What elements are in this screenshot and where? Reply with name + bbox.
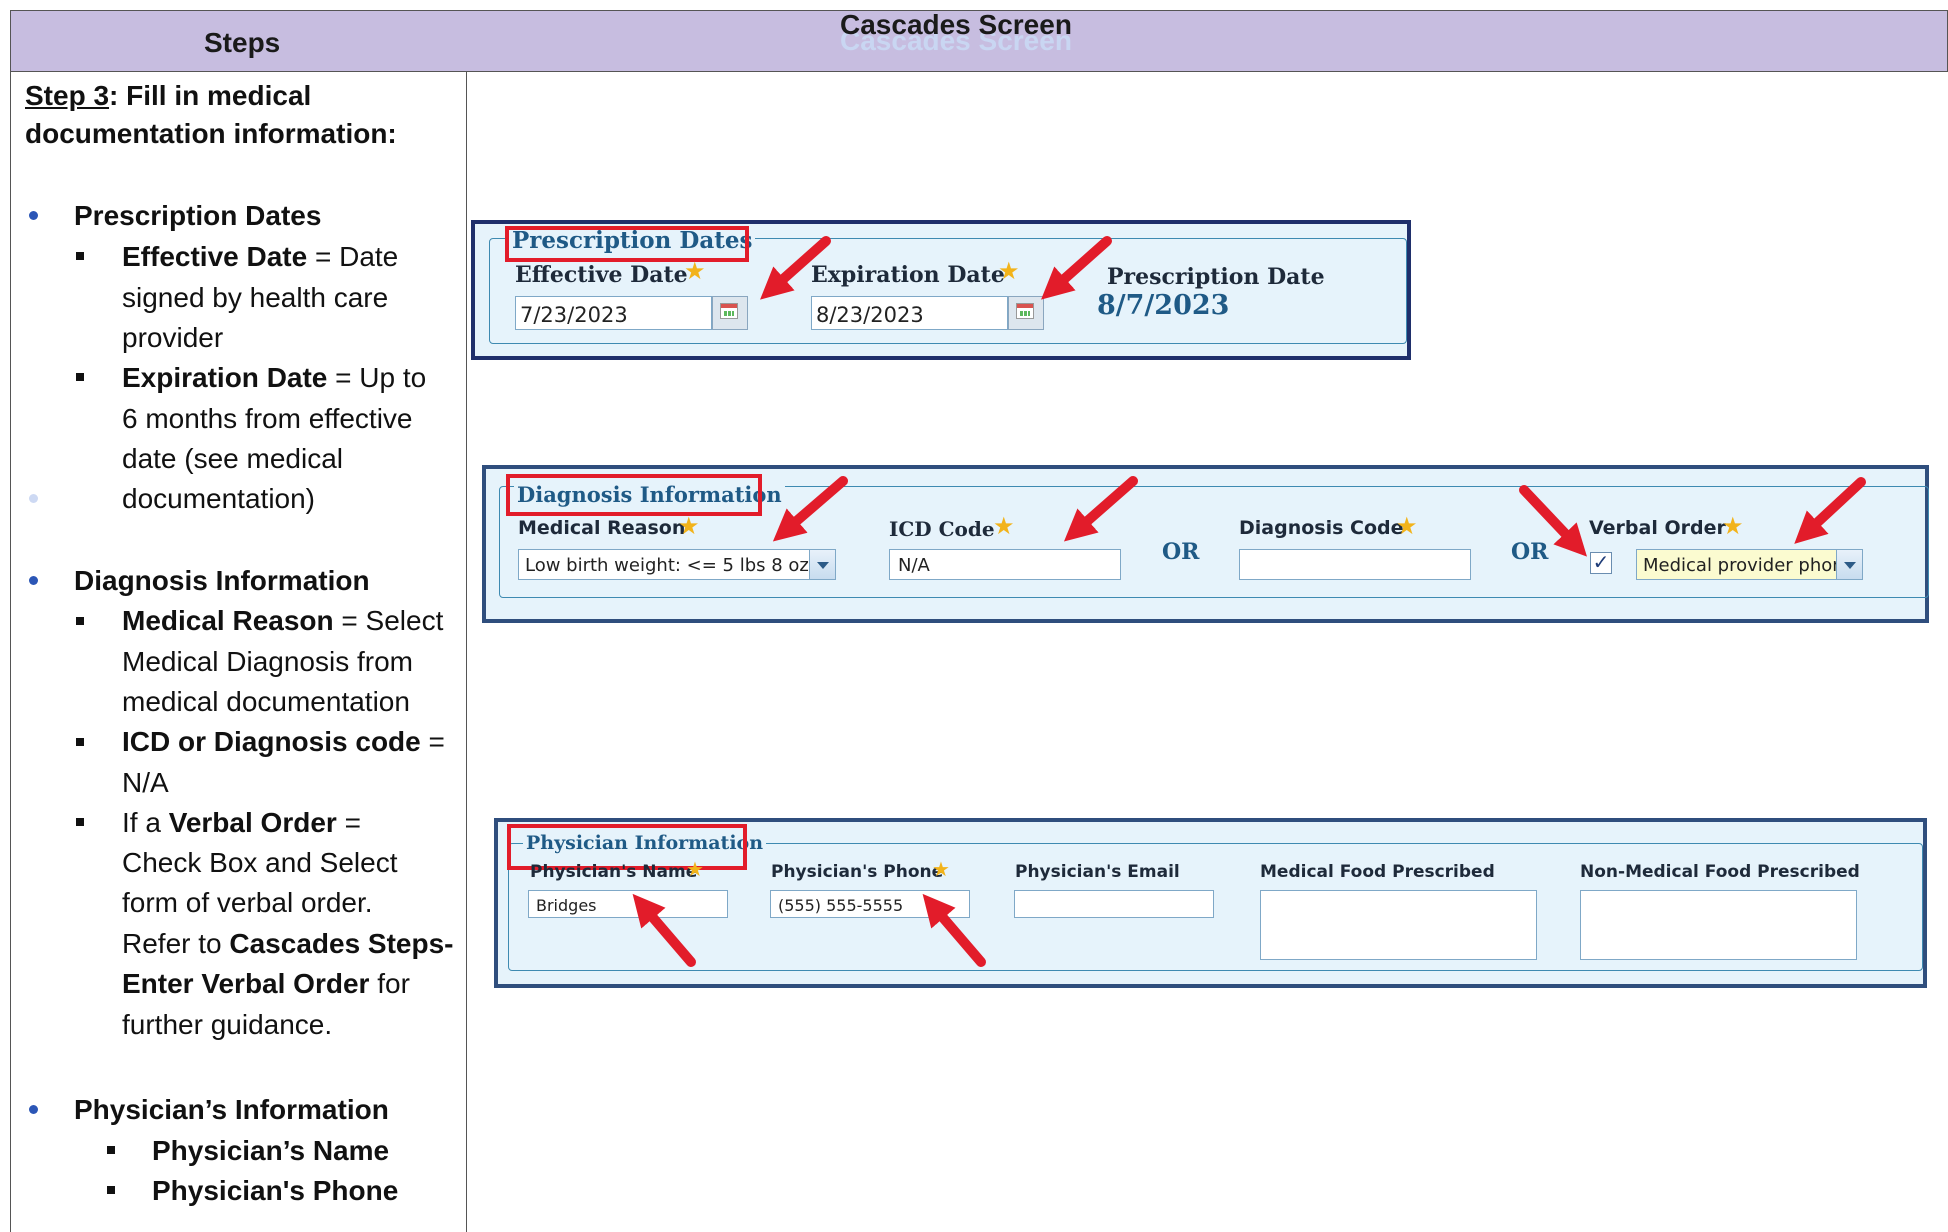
- arrow-to-effective-date: [760, 236, 831, 300]
- arrow-to-verbal-order-select: [1794, 477, 1866, 544]
- annotation-arrows: [632, 236, 1866, 967]
- arrow-to-verbal-order-checkbox: [1519, 485, 1587, 557]
- arrow-to-physician-phone: [922, 893, 986, 967]
- arrow-to-medical-reason: [772, 476, 848, 542]
- arrow-to-expiration-date: [1041, 236, 1112, 300]
- arrow-to-physician-name: [632, 893, 696, 967]
- arrow-to-icd-code: [1063, 476, 1138, 542]
